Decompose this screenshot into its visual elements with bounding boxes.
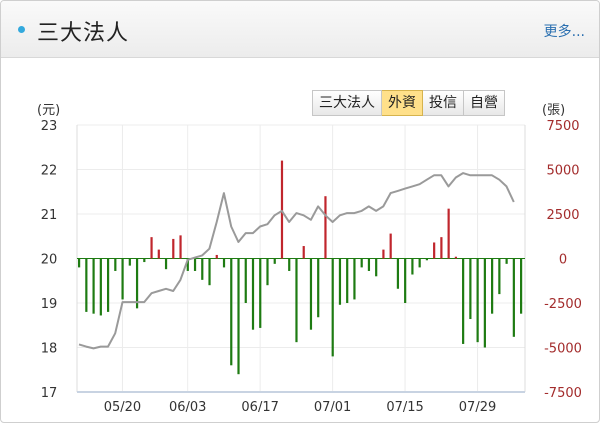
x-tick-label: 07/15 xyxy=(386,400,423,415)
net-buy-bar xyxy=(411,258,414,275)
net-buy-bar xyxy=(128,258,131,266)
net-buy-bar xyxy=(483,258,486,348)
x-tick-label: 07/01 xyxy=(314,400,351,415)
net-buy-bar xyxy=(520,258,523,314)
net-buy-bar xyxy=(295,258,298,343)
right-axis-tick-label: 7500 xyxy=(546,119,579,134)
net-buy-bar xyxy=(338,258,342,305)
net-buy-bar xyxy=(114,258,117,271)
net-buy-bar xyxy=(512,258,515,337)
net-buy-bar xyxy=(150,237,153,259)
net-buy-bar xyxy=(309,258,313,330)
net-buy-bar xyxy=(244,258,247,303)
net-buy-bar xyxy=(418,258,421,268)
net-buy-bar xyxy=(237,258,240,375)
net-buy-bar xyxy=(447,208,450,259)
net-buy-bar xyxy=(396,258,400,289)
net-buy-bar xyxy=(99,258,102,316)
right-axis-tick-label: 0 xyxy=(559,253,567,268)
net-buy-bar xyxy=(208,258,211,286)
right-axis-tick-label: -5000 xyxy=(544,342,582,357)
net-buy-bar xyxy=(201,258,204,280)
net-buy-bar xyxy=(164,258,168,270)
left-axis-tick-label: 20 xyxy=(41,253,58,268)
institutional-panel: 三大法人 更多... 三大法人 外資 投信 自營 (元) (張) 05/20 06… xyxy=(0,0,600,423)
net-buy-bar xyxy=(106,258,110,312)
left-axis-tick-label: 23 xyxy=(41,119,58,134)
left-axis-tick-label: 21 xyxy=(41,208,58,223)
net-buy-bar xyxy=(389,233,392,259)
net-buy-bar xyxy=(462,258,465,344)
net-buy-bar xyxy=(469,258,472,320)
net-buy-bar xyxy=(346,258,349,303)
net-buy-bar xyxy=(404,258,407,303)
net-buy-bar xyxy=(280,160,284,259)
net-buy-bar xyxy=(375,258,378,277)
left-axis-tick-label: 17 xyxy=(41,386,58,401)
net-buy-bar xyxy=(440,237,443,259)
net-buy-bar xyxy=(425,258,429,261)
net-buy-bar xyxy=(302,246,305,259)
net-buy-bar xyxy=(454,256,457,259)
right-axis-tick-label: 5000 xyxy=(546,164,579,179)
net-buy-bar xyxy=(172,238,175,259)
net-buy-bar xyxy=(259,258,262,328)
net-buy-bar xyxy=(288,258,291,271)
net-buy-bar xyxy=(230,258,233,366)
net-buy-bar xyxy=(317,258,320,318)
net-buy-bar xyxy=(143,258,146,263)
net-buy-bar xyxy=(179,235,182,259)
institutional-chart: 05/20 06/03 06/17 07/01 07/15 07/29 23 22 21 20 19… xyxy=(41,119,582,415)
net-buy-bar xyxy=(193,258,197,271)
x-tick-label: 06/03 xyxy=(169,400,206,415)
right-axis-tick-label: -7500 xyxy=(544,386,582,401)
net-buy-bar xyxy=(266,258,269,286)
net-buy-bar xyxy=(92,258,95,314)
left-axis-tick-label: 18 xyxy=(41,342,58,357)
net-buy-bar xyxy=(78,258,81,268)
net-buy-bar xyxy=(157,249,160,259)
net-buy-bar xyxy=(505,258,508,264)
net-buy-bar xyxy=(353,258,356,300)
net-buy-bar xyxy=(215,254,218,259)
net-buy-bar xyxy=(331,258,334,357)
left-axis-tick-label: 19 xyxy=(41,297,58,312)
net-buy-bar xyxy=(251,258,255,330)
net-buy-bar xyxy=(135,258,139,309)
net-buy-bar xyxy=(498,258,501,295)
net-buy-bar xyxy=(382,249,385,259)
net-buy-bar xyxy=(85,258,88,312)
net-buy-bar xyxy=(360,258,363,268)
left-axis-tick-label: 22 xyxy=(41,164,58,179)
net-buy-bar xyxy=(121,258,124,300)
net-buy-bar xyxy=(476,258,479,343)
net-buy-bar xyxy=(491,258,494,314)
x-tick-label: 06/17 xyxy=(241,400,278,415)
right-axis-tick-label: 2500 xyxy=(546,208,579,223)
right-axis-tick-label: -2500 xyxy=(544,297,582,312)
net-buy-bar xyxy=(324,196,327,259)
net-buy-bar xyxy=(273,258,276,264)
net-buy-bar xyxy=(433,242,436,259)
net-buy-bar xyxy=(367,258,371,271)
x-tick-label: 07/29 xyxy=(459,400,496,415)
net-buy-bar xyxy=(222,258,226,268)
x-tick-label: 05/20 xyxy=(104,400,141,415)
